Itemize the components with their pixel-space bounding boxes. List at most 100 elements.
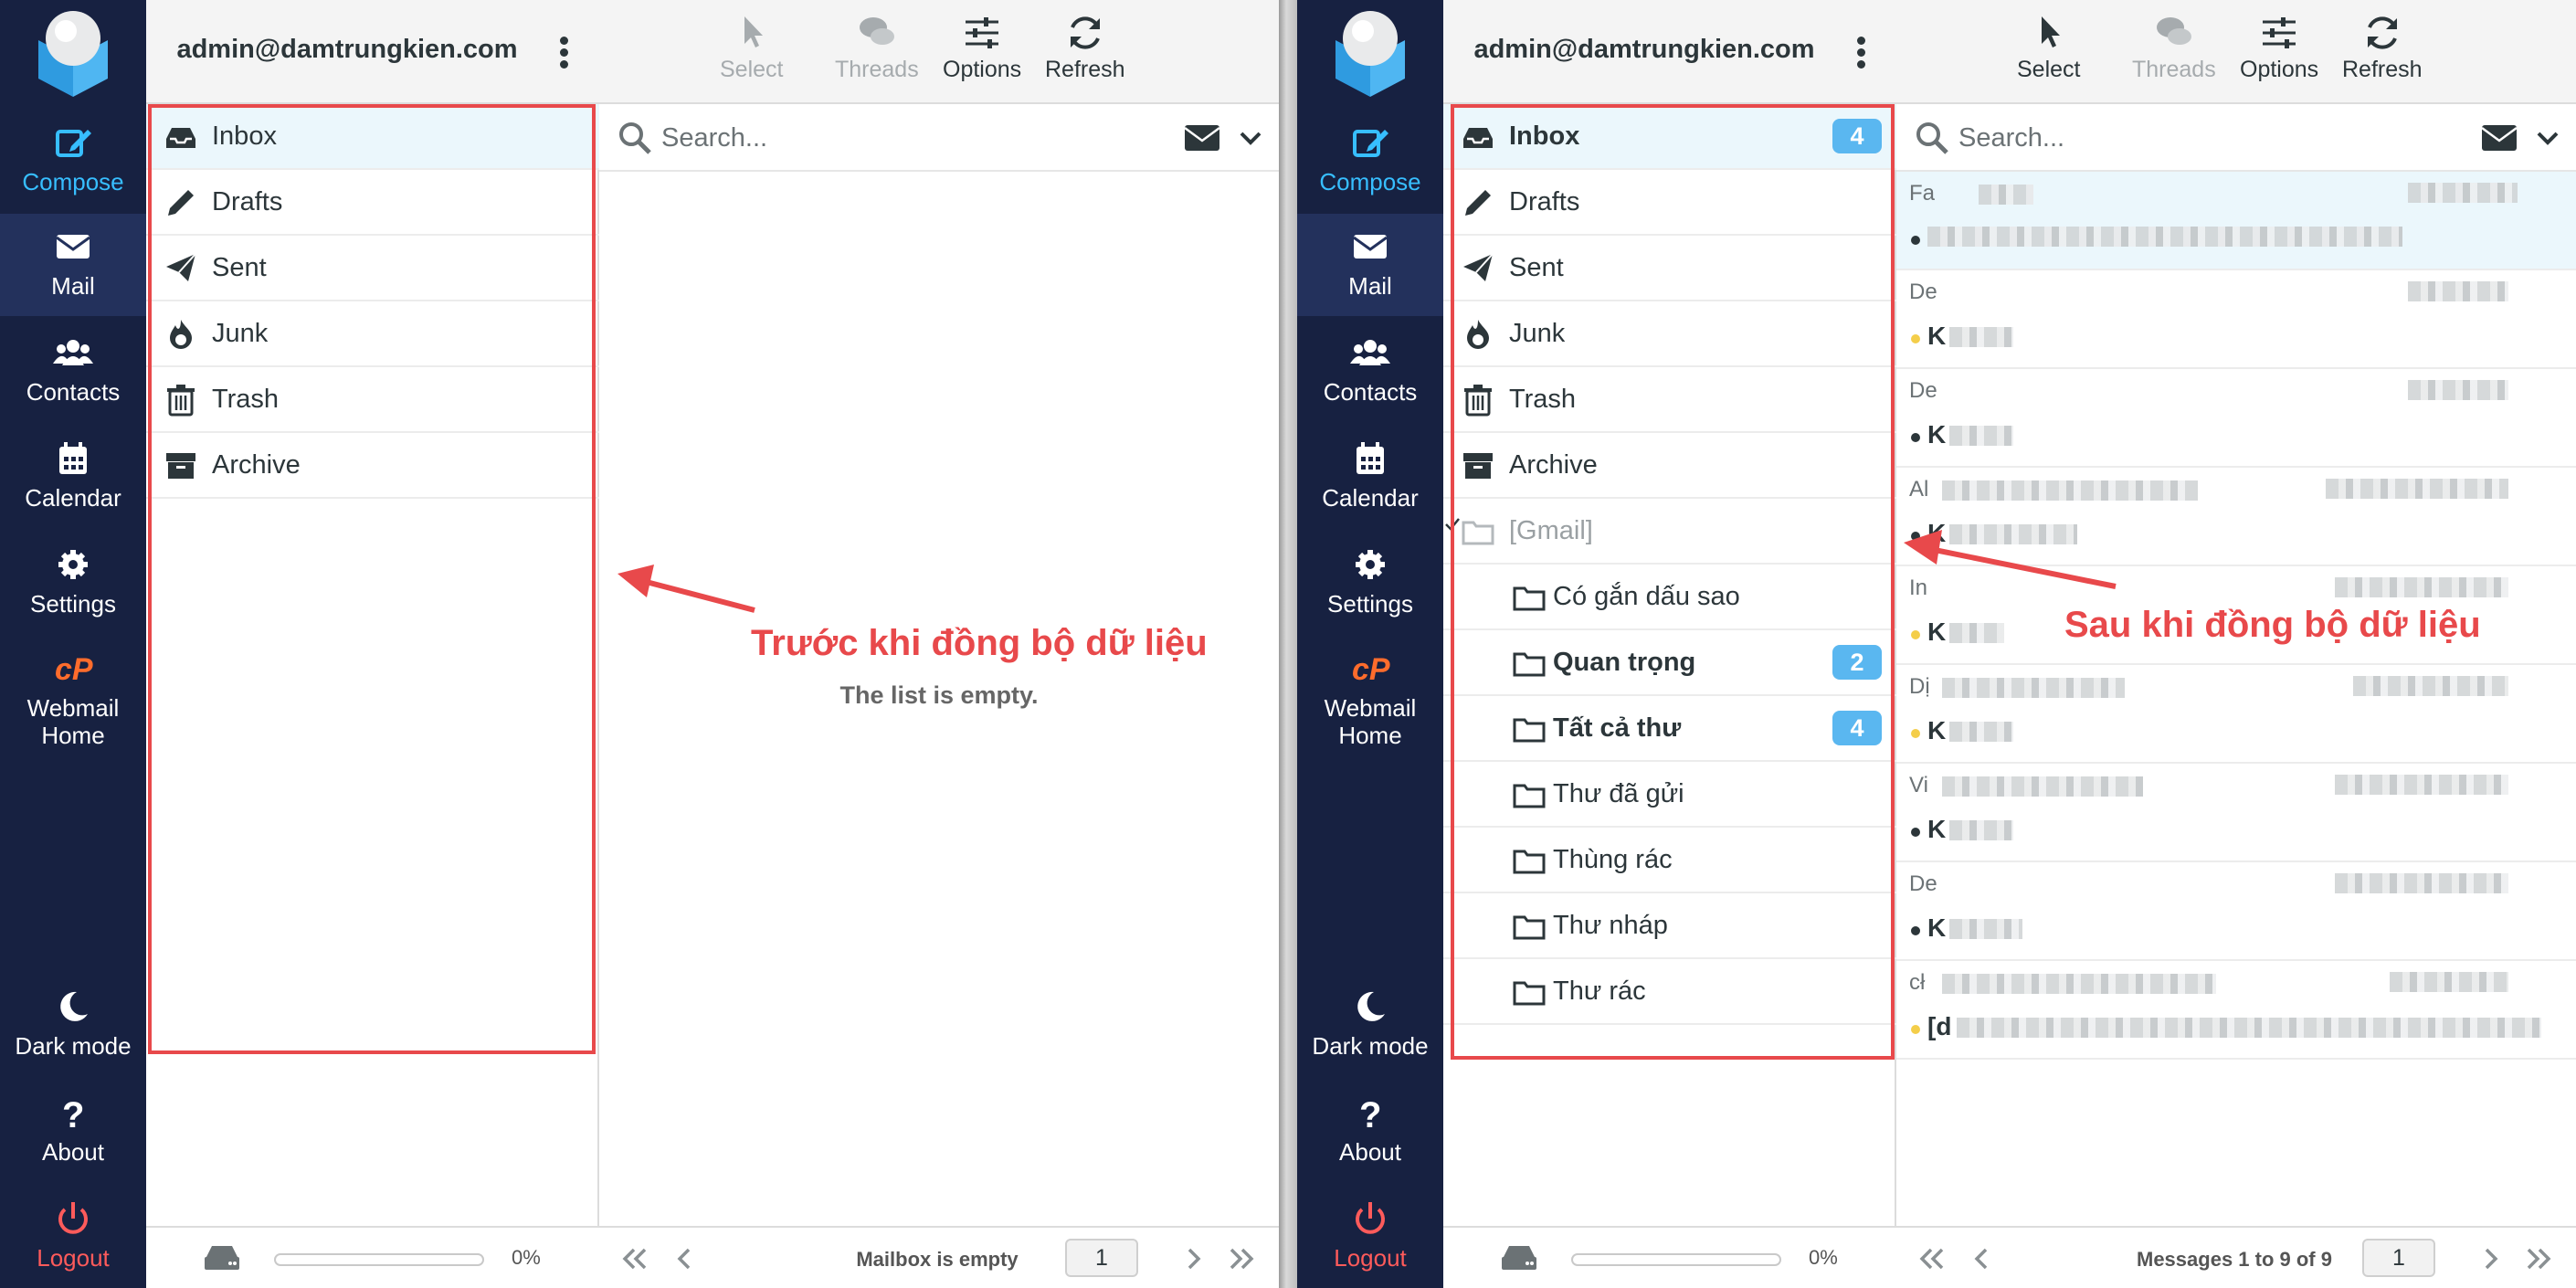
nav-about[interactable]: ? About xyxy=(1297,1080,1443,1182)
nav-webmail-home[interactable]: cP Webmail Home xyxy=(1297,636,1443,764)
options-label: Options xyxy=(2240,57,2319,82)
folder-gmail-drafts[interactable]: Thư nháp xyxy=(1443,893,1896,959)
nav-label: Contacts xyxy=(1323,378,1418,406)
nav-settings[interactable]: Settings xyxy=(1297,532,1443,634)
folder-bin[interactable]: Thùng rác xyxy=(1443,828,1896,893)
folder-archive[interactable]: Archive xyxy=(1443,433,1896,499)
mail-icon xyxy=(1353,235,1388,259)
checkmark-icon[interactable] xyxy=(1443,515,1462,533)
nav-contacts[interactable]: Contacts xyxy=(0,320,146,422)
last-page-icon[interactable] xyxy=(1228,1244,1257,1273)
folder-name: Archive xyxy=(1509,450,1598,480)
folder-junk[interactable]: Junk xyxy=(1443,301,1896,367)
message-sender: Vi xyxy=(1909,773,1928,797)
nav-webmail-home[interactable]: cP Webmail Home xyxy=(0,636,146,764)
message-row[interactable]: Dị K xyxy=(1896,665,2576,764)
page-number-input[interactable]: 1 xyxy=(2362,1239,2435,1277)
chevron-down-icon[interactable] xyxy=(1239,126,1262,150)
select-button[interactable]: Select xyxy=(2017,13,2080,83)
refresh-button[interactable]: Refresh xyxy=(1045,13,1125,83)
first-page-icon[interactable] xyxy=(619,1244,649,1273)
folder-spam[interactable]: Thư rác xyxy=(1443,959,1896,1025)
nav-about[interactable]: ? About xyxy=(0,1080,146,1182)
kebab-menu-icon[interactable] xyxy=(1856,37,1867,69)
flag-dot xyxy=(1911,1025,1920,1034)
message-sender: De xyxy=(1909,871,1937,896)
folder-name: Thư rác xyxy=(1553,977,1646,1006)
nav-calendar[interactable]: Calendar xyxy=(0,426,146,528)
folder-trash[interactable]: Trash xyxy=(146,367,599,433)
message-row[interactable]: Fa xyxy=(1896,172,2576,270)
dark-mode-toggle[interactable]: Dark mode xyxy=(1297,974,1443,1076)
redacted-date xyxy=(2335,775,2508,795)
unread-count-badge: 4 xyxy=(1832,119,1882,153)
options-button[interactable]: Options xyxy=(943,13,1021,83)
first-page-icon[interactable] xyxy=(1916,1244,1946,1273)
envelope-icon[interactable] xyxy=(2481,124,2518,152)
archive-icon xyxy=(1463,453,1493,479)
message-row[interactable]: cł [d xyxy=(1896,961,2576,1060)
chevron-down-icon[interactable] xyxy=(2536,126,2560,150)
nav-mail[interactable]: Mail xyxy=(0,214,146,316)
nav-compose[interactable]: Compose xyxy=(1297,110,1443,212)
message-row[interactable]: De K xyxy=(1896,862,2576,961)
search-input[interactable] xyxy=(661,117,1136,159)
folder-starred[interactable]: Có gắn dấu sao xyxy=(1443,565,1896,630)
folder-drafts[interactable]: Drafts xyxy=(1443,170,1896,236)
folder-sent[interactable]: Sent xyxy=(146,236,599,301)
message-row[interactable]: De K xyxy=(1896,369,2576,468)
threads-button[interactable]: Threads xyxy=(835,13,919,83)
folder-sent[interactable]: Sent xyxy=(1443,236,1896,301)
redacted-date xyxy=(2335,873,2508,893)
folder-junk[interactable]: Junk xyxy=(146,301,599,367)
envelope-icon[interactable] xyxy=(1184,124,1220,152)
previous-page-icon[interactable] xyxy=(1968,1244,1997,1273)
next-page-icon[interactable] xyxy=(1178,1244,1208,1273)
redacted-subject xyxy=(1949,524,2077,544)
folder-list: Inbox 4 Drafts Sent Junk Trash Archive [… xyxy=(1443,104,1896,1025)
last-page-icon[interactable] xyxy=(2525,1244,2554,1273)
question-icon: ? xyxy=(62,1095,84,1133)
select-label: Select xyxy=(720,57,784,82)
nav-contacts[interactable]: Contacts xyxy=(1297,320,1443,422)
redacted-date xyxy=(2390,972,2508,992)
folder-important[interactable]: Quan trọng 2 xyxy=(1443,630,1896,696)
message-row[interactable]: Vi K xyxy=(1896,764,2576,862)
flag-dot xyxy=(1911,729,1920,738)
pencil-icon xyxy=(1465,190,1491,216)
folder-archive[interactable]: Archive xyxy=(146,433,599,499)
folder-drafts[interactable]: Drafts xyxy=(146,170,599,236)
kebab-menu-icon[interactable] xyxy=(559,37,570,69)
nav-logout[interactable]: Logout xyxy=(0,1186,146,1288)
folder-all-mail[interactable]: Tất cả thư 4 xyxy=(1443,696,1896,762)
message-subject: K xyxy=(1927,322,1947,350)
message-row[interactable]: De K xyxy=(1896,270,2576,369)
threads-button[interactable]: Threads xyxy=(2132,13,2216,83)
page-number-input[interactable]: 1 xyxy=(1065,1239,1138,1277)
search-input[interactable] xyxy=(1958,117,2433,159)
refresh-button[interactable]: Refresh xyxy=(2342,13,2423,83)
quota-percent: 0% xyxy=(1809,1246,1838,1269)
options-button[interactable]: Options xyxy=(2240,13,2318,83)
message-toolbar: Select Threads Options Refresh xyxy=(599,0,1279,104)
nav-compose[interactable]: Compose xyxy=(0,110,146,212)
fire-icon xyxy=(1467,320,1489,349)
folder-gmail[interactable]: [Gmail] xyxy=(1443,499,1896,565)
previous-page-icon[interactable] xyxy=(670,1244,700,1273)
nav-label: About xyxy=(42,1138,104,1166)
message-row[interactable]: Al K xyxy=(1896,468,2576,566)
nav-calendar[interactable]: Calendar xyxy=(1297,426,1443,528)
nav-label: Webmail Home xyxy=(1324,694,1417,749)
folder-inbox[interactable]: Inbox xyxy=(146,104,599,170)
nav-mail[interactable]: Mail xyxy=(1297,214,1443,316)
next-page-icon[interactable] xyxy=(2476,1244,2505,1273)
folder-sent-mail[interactable]: Thư đã gửi xyxy=(1443,762,1896,828)
folder-inbox[interactable]: Inbox 4 xyxy=(1443,104,1896,170)
folder-trash[interactable]: Trash xyxy=(1443,367,1896,433)
nav-logout[interactable]: Logout xyxy=(1297,1186,1443,1288)
select-button[interactable]: Select xyxy=(720,13,783,83)
quota-bar xyxy=(1571,1253,1781,1266)
folder-icon xyxy=(1462,521,1494,545)
nav-settings[interactable]: Settings xyxy=(0,532,146,634)
dark-mode-toggle[interactable]: Dark mode xyxy=(0,974,146,1076)
